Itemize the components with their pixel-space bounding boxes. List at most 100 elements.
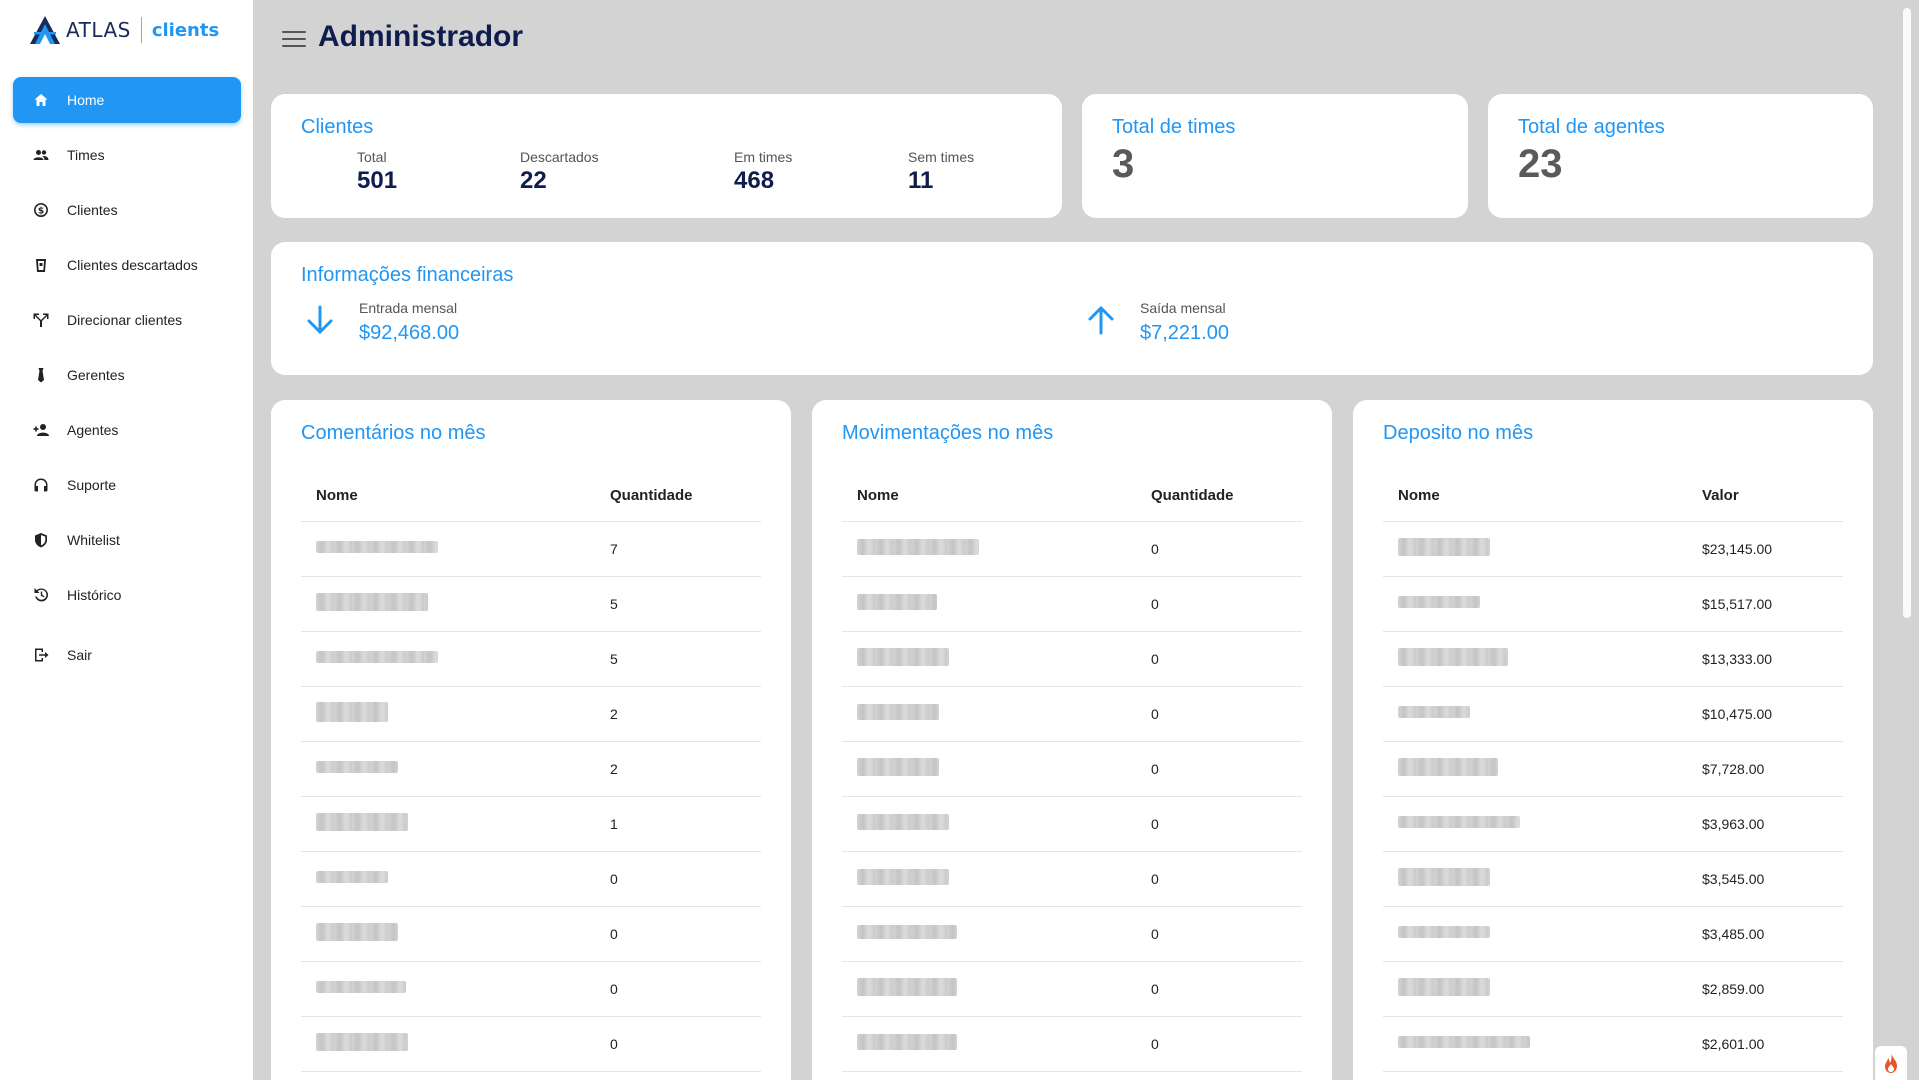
row-value: $10,475.00	[1702, 706, 1773, 722]
table-row[interactable]: 0	[842, 907, 1302, 962]
redacted-name	[316, 592, 428, 611]
table-row[interactable]: $3,545.00	[1383, 852, 1843, 907]
redacted-name	[316, 981, 406, 993]
sidebar-item-label: Agentes	[67, 422, 119, 438]
person-add-icon	[33, 422, 49, 438]
table-row[interactable]: 0	[842, 962, 1302, 1017]
atlas-logo-icon	[30, 16, 60, 44]
sidebar-item-label: Clientes	[67, 202, 118, 218]
groups-icon	[33, 147, 49, 163]
sidebar-item-suporte[interactable]: Suporte	[13, 462, 241, 508]
table-row[interactable]: 5	[301, 632, 761, 687]
sidebar-item-gerentes[interactable]: Gerentes	[13, 352, 241, 398]
stat-label: Em times	[734, 149, 793, 165]
table-row[interactable]: 5	[301, 577, 761, 632]
table-row[interactable]: $7,728.00	[1383, 742, 1843, 797]
table-row[interactable]: $3,485.00	[1383, 907, 1843, 962]
shield-icon	[33, 532, 49, 548]
menu-toggle-button[interactable]	[282, 31, 306, 47]
sidebar-item-sair[interactable]: Sair	[13, 632, 241, 678]
row-value: $3,545.00	[1702, 871, 1765, 887]
card-title: Deposito no mês	[1383, 422, 1534, 444]
redacted-name	[857, 647, 949, 666]
total-agentes-value: 23	[1518, 142, 1563, 186]
redacted-name	[316, 812, 408, 831]
column-header-valor: Valor	[1702, 487, 1739, 504]
card-title: Total de agentes	[1518, 116, 1665, 138]
row-value: 0	[1151, 651, 1159, 667]
redacted-name	[857, 1033, 957, 1050]
stat-value: 11	[908, 167, 934, 194]
movimentacoes-table: Nome Quantidade 0 0 0 0 0 0 0 0 0 0	[842, 470, 1302, 1072]
table-row[interactable]: $2,859.00	[1383, 962, 1843, 1017]
table-row[interactable]: 1	[301, 797, 761, 852]
redacted-name	[316, 871, 388, 883]
table-row[interactable]: $10,475.00	[1383, 687, 1843, 742]
sidebar-item-label: Times	[67, 147, 105, 163]
sidebar-item-historico[interactable]: Histórico	[13, 572, 241, 618]
table-row[interactable]: 0	[842, 797, 1302, 852]
row-value: $3,485.00	[1702, 926, 1765, 942]
sidebar-item-label: Direcionar clientes	[67, 312, 183, 328]
column-header-quantidade: Quantidade	[610, 487, 693, 504]
table-row[interactable]: 0	[301, 962, 761, 1017]
stat-sem-times: Sem times 11	[908, 149, 974, 195]
table-row[interactable]: $2,601.00	[1383, 1017, 1843, 1072]
redacted-name	[1398, 647, 1508, 666]
redacted-name	[857, 813, 949, 830]
page-scrollbar[interactable]	[1903, 8, 1911, 618]
redacted-name	[857, 703, 939, 720]
sidebar-item-home[interactable]: Home	[13, 77, 241, 123]
row-value: 5	[610, 651, 618, 667]
table-row[interactable]: 7	[301, 522, 761, 577]
stat-label: Sem times	[908, 149, 975, 165]
sidebar-item-agentes[interactable]: Agentes	[13, 407, 241, 453]
redacted-name	[1398, 816, 1520, 828]
table-row[interactable]: 0	[842, 577, 1302, 632]
column-header-nome: Nome	[857, 487, 899, 504]
table-header: Nome Valor	[1383, 470, 1843, 522]
stat-value: 501	[357, 167, 398, 194]
table-row[interactable]: 0	[301, 907, 761, 962]
sidebar-item-clientes[interactable]: $ Clientes	[13, 187, 241, 233]
row-value: 0	[610, 871, 618, 887]
deposito-card: Deposito no mês Nome Valor $23,145.00 $1…	[1353, 400, 1873, 1080]
atlas-logo[interactable]: ATLAS clients	[28, 12, 219, 48]
stat-value: 22	[520, 167, 547, 194]
stat-label: Total	[357, 149, 387, 165]
row-value: 0	[610, 1036, 618, 1052]
sidebar-item-whitelist[interactable]: Whitelist	[13, 517, 241, 563]
home-icon	[33, 92, 49, 108]
table-row[interactable]: 0	[842, 1017, 1302, 1072]
table-row[interactable]: 0	[842, 632, 1302, 687]
table-row[interactable]: 0	[301, 1017, 761, 1072]
sidebar-item-times[interactable]: Times	[13, 132, 241, 178]
deposito-table: Nome Valor $23,145.00 $15,517.00 $13,333…	[1383, 470, 1843, 1072]
card-title: Movimentações no mês	[842, 422, 1054, 444]
sidebar-item-clientes-descartados[interactable]: Clientes descartados	[13, 242, 241, 288]
row-value: 0	[1151, 706, 1159, 722]
table-row[interactable]: 2	[301, 687, 761, 742]
table-row[interactable]: 0	[842, 742, 1302, 797]
card-title: Clientes	[301, 116, 374, 138]
table-row[interactable]: 2	[301, 742, 761, 797]
total-times-value: 3	[1112, 142, 1135, 186]
table-row[interactable]: $15,517.00	[1383, 577, 1843, 632]
sidebar-item-label: Gerentes	[67, 367, 125, 383]
sidebar-item-direcionar-clientes[interactable]: Direcionar clientes	[13, 297, 241, 343]
dollar-circle-icon: $	[33, 202, 49, 218]
row-value: 0	[610, 981, 618, 997]
sidebar-item-label: Clientes descartados	[67, 257, 198, 273]
redacted-name	[316, 761, 398, 773]
fin-label: Saída mensal	[1140, 300, 1226, 316]
redacted-name	[316, 651, 438, 663]
table-row[interactable]: 0	[842, 687, 1302, 742]
flame-icon[interactable]	[1875, 1046, 1907, 1080]
table-row[interactable]: $13,333.00	[1383, 632, 1843, 687]
table-row[interactable]: $23,145.00	[1383, 522, 1843, 577]
table-row[interactable]: 0	[842, 522, 1302, 577]
table-row[interactable]: $3,963.00	[1383, 797, 1843, 852]
table-row[interactable]: 0	[842, 852, 1302, 907]
row-value: 0	[1151, 541, 1159, 557]
table-row[interactable]: 0	[301, 852, 761, 907]
